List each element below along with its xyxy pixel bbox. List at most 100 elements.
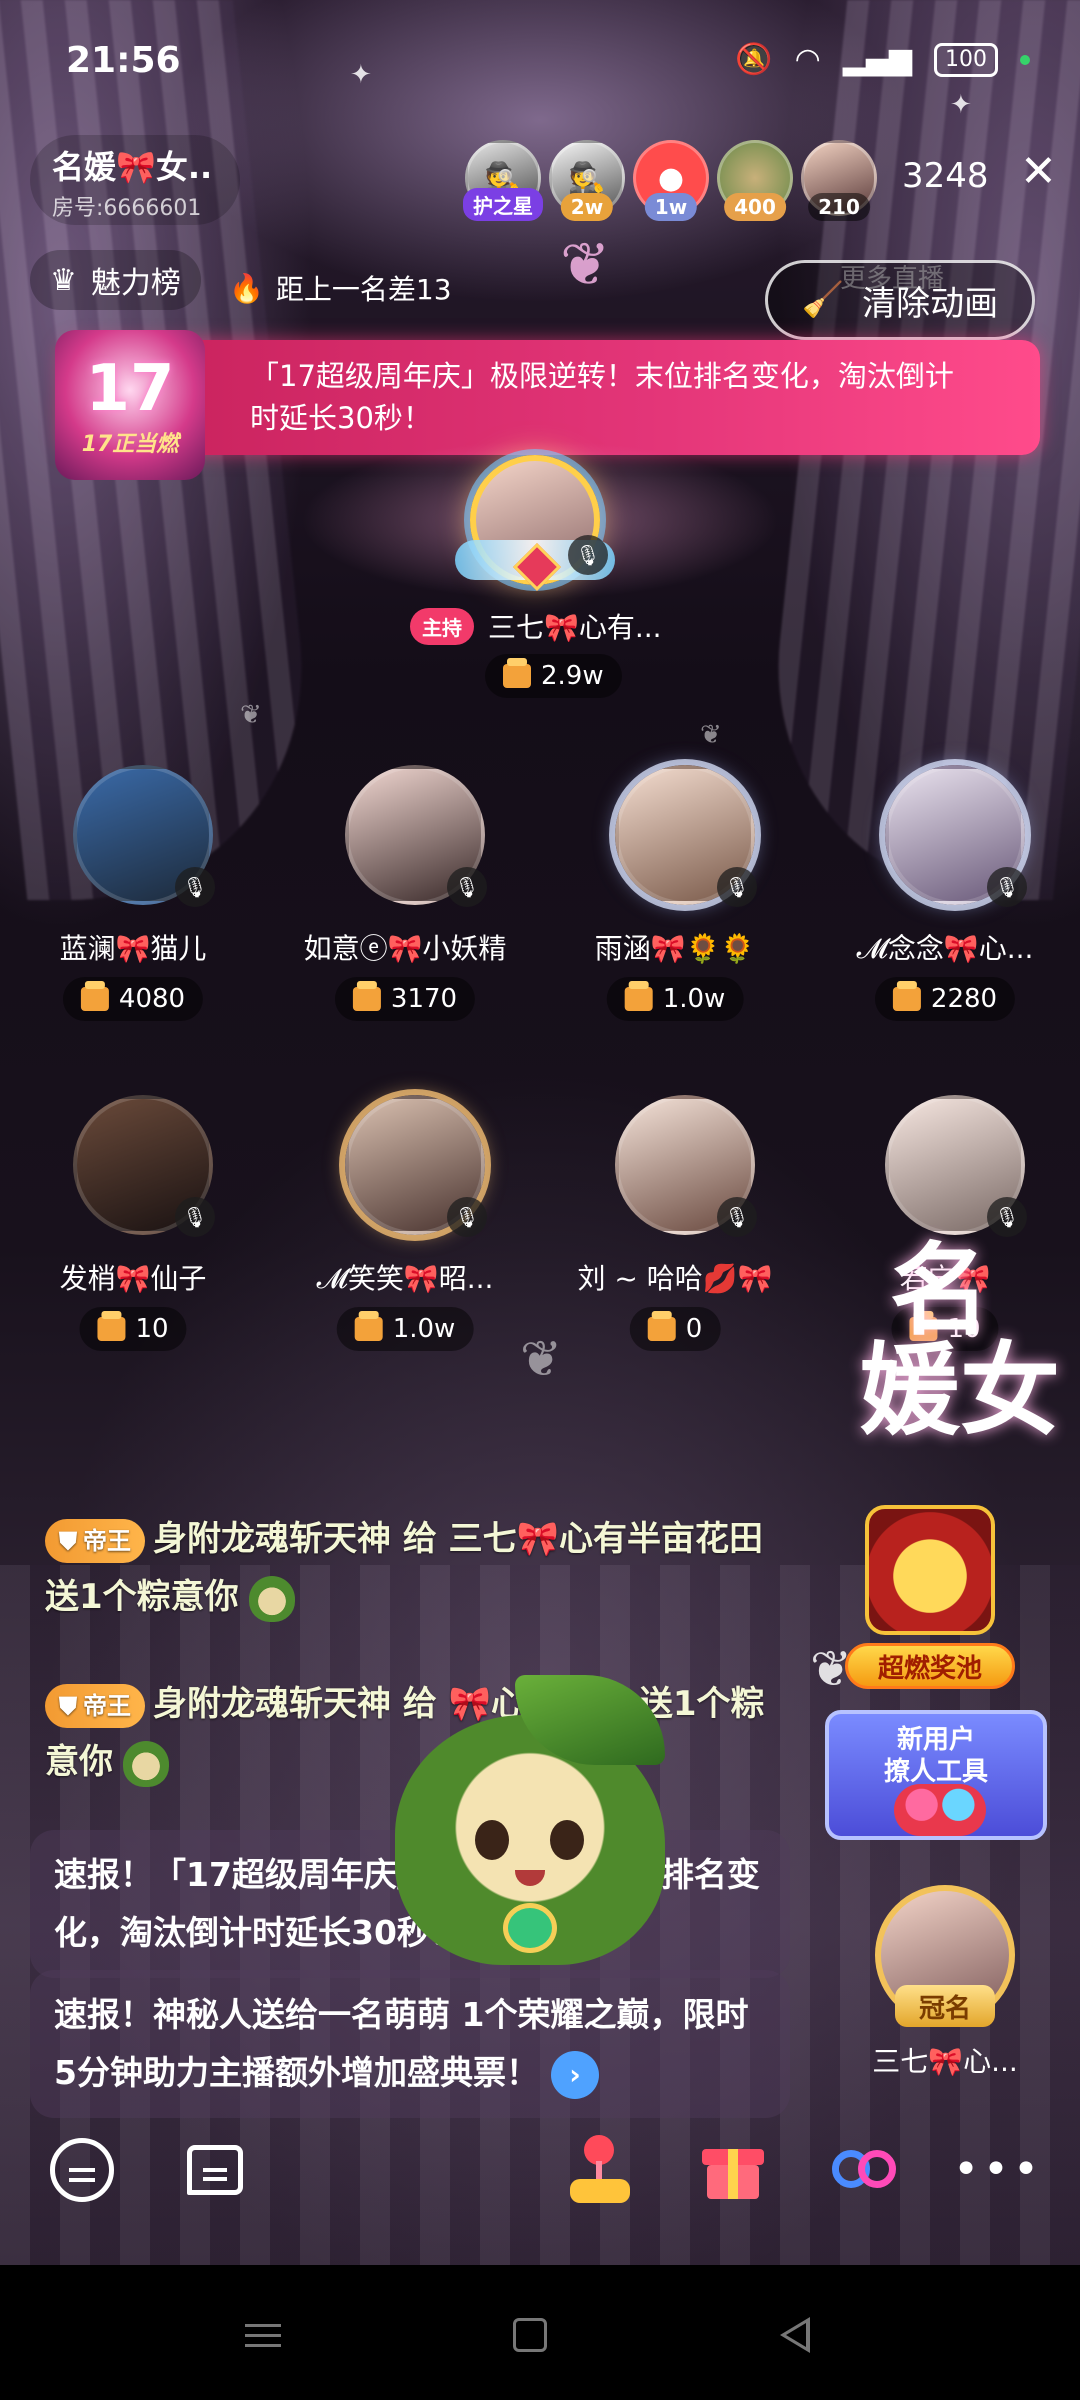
seat-score: 1.0w — [392, 1314, 456, 1344]
broom-icon: 🧹 — [801, 280, 845, 320]
seat-name: 𝓜笑笑🎀昭... — [316, 1262, 494, 1295]
host-name[interactable]: 三七🎀心有... — [488, 606, 662, 646]
seat-score-pill: 2280 — [874, 977, 1016, 1021]
joystick-icon[interactable] — [560, 2130, 640, 2210]
viewer-badge: 400 — [724, 193, 786, 221]
level-badge: ⛊ 帝王 — [45, 1683, 145, 1728]
back-icon[interactable] — [760, 2305, 830, 2365]
seat-2[interactable]: 🎙 如意ⓔ🎀小妖精 3170 — [290, 765, 520, 1055]
room-id: 房号:6666601 — [52, 196, 202, 221]
butterfly-icon: ❦ — [560, 230, 611, 300]
status-time: 21:56 — [66, 40, 181, 81]
viewer-avatar[interactable]: ● 1w — [633, 140, 709, 221]
mascot-eye — [475, 1820, 509, 1860]
gift-icon — [892, 981, 921, 1011]
viewer-avatar[interactable]: 🕵 2w — [549, 140, 625, 221]
viewer-avatar[interactable]: 400 — [717, 140, 793, 221]
banner-text: 「17超级周年庆」极限逆转！末位排名变化，淘汰倒计时延长30秒！ — [250, 359, 954, 435]
wifi-icon: ◠ — [794, 42, 821, 77]
link-icon[interactable] — [825, 2130, 905, 2210]
chat-message[interactable]: ⛊ 帝王 身附龙魂斩天神 给 三七🎀心有半亩花田 送1个粽意你 — [45, 1510, 785, 1626]
level-badge: ⛊ 帝王 — [45, 1518, 145, 1563]
signal-icon: ▂▄▆ — [842, 42, 912, 77]
top-viewers: 🕵 护之星 🕵 2w ● 1w 400 210 — [463, 140, 877, 221]
viewer-badge: 2w — [560, 193, 614, 221]
gift-icon — [80, 981, 109, 1011]
chevron-right-icon[interactable]: › — [550, 2050, 599, 2099]
butterfly-icon: ❦ — [520, 1330, 562, 1388]
crown-icon: ♛ — [50, 262, 77, 298]
seat-score-pill: 3170 — [334, 977, 476, 1021]
gift-icon — [624, 981, 653, 1011]
seat-score: 2280 — [930, 984, 998, 1014]
seat-6[interactable]: 🎙 𝓜笑笑🎀昭... 1.0w — [290, 1095, 520, 1385]
mic-icon: 🎙 — [568, 535, 608, 575]
system-nav-bar — [0, 2265, 1080, 2400]
seat-score-pill: 0 — [629, 1307, 721, 1351]
seat-1[interactable]: 🎙 蓝澜🎀猫儿 4080 — [18, 765, 248, 1055]
mic-muted-icon: 🎙 — [175, 867, 215, 907]
seat-score: 1.0w — [662, 984, 726, 1014]
battery-icon: 100 — [934, 42, 998, 77]
home-icon[interactable] — [495, 2305, 565, 2365]
seat-score-pill: 10 — [79, 1307, 187, 1351]
rank-gap-pill[interactable]: 🔥 距上一名差13 — [205, 258, 476, 318]
clear-animation-button[interactable]: 🧹 清除动画 — [765, 260, 1035, 340]
host-score: 2.9w — [541, 661, 604, 691]
gift-icon — [503, 658, 531, 688]
viewer-avatar[interactable]: 🕵 护之星 — [463, 140, 543, 221]
sponsor-name[interactable]: 三七🎀心... — [840, 2040, 1050, 2080]
seat-3[interactable]: 🎙 雨涵🎀🌻🌻 1.0w — [560, 765, 790, 1055]
menu-icon[interactable] — [228, 2305, 298, 2365]
butterfly-icon: ❦ — [700, 720, 722, 750]
zongzi-gift-icon — [248, 1575, 295, 1622]
flame-icon: 🔥 — [229, 271, 264, 305]
seat-7[interactable]: 🎙 刘 ~ 哈哈💋🎀 0 — [560, 1095, 790, 1385]
seat-score-pill: 1.0w — [606, 977, 744, 1021]
comment-icon[interactable] — [175, 2130, 255, 2210]
seat-name: 刘 ~ 哈哈💋🎀 — [577, 1262, 773, 1295]
seat-score: 4080 — [118, 984, 186, 1014]
event-banner[interactable]: 「17超级周年庆」极限逆转！末位排名变化，淘汰倒计时延长30秒！ — [60, 340, 1040, 455]
close-icon[interactable]: ✕ — [1020, 150, 1057, 194]
mascot-eye — [550, 1820, 584, 1860]
chat-icon[interactable] — [42, 2130, 122, 2210]
camera-indicator-icon — [1020, 54, 1030, 65]
gift-icon — [647, 1311, 676, 1341]
brand-line-2: 媛女 — [860, 1331, 1060, 1449]
level-badge-text: 帝王 — [83, 1691, 131, 1720]
gift-icon — [354, 1311, 383, 1341]
charm-ranking-button[interactable]: ♛ 魅力榜 — [30, 250, 201, 310]
seat-4[interactable]: 🎙 𝓜念念🎀心... 2280 — [830, 765, 1060, 1055]
new-user-tool-button[interactable]: 新用户 撩人工具 — [825, 1710, 1047, 1840]
treasure-chest-icon — [865, 1505, 995, 1635]
viewer-count[interactable]: 3248 — [902, 156, 989, 196]
mic-muted-icon: 🎙 — [717, 867, 757, 907]
zongzi-gift-icon — [123, 1740, 169, 1787]
masked-user-icon: ● — [657, 160, 685, 196]
seat-name: 发梢🎀仙子 — [59, 1262, 207, 1295]
seat-name: 蓝澜🎀猫儿 — [59, 932, 207, 965]
seat-5[interactable]: 🎙 发梢🎀仙子 10 — [18, 1095, 248, 1385]
sponsor-tag: 冠名 — [895, 1985, 995, 2027]
gift-icon[interactable] — [693, 2130, 773, 2210]
mic-muted-icon: 🎙 — [447, 1197, 487, 1237]
bottom-toolbar: ••• — [0, 2130, 1080, 2265]
more-icon[interactable]: ••• — [953, 2130, 1039, 2210]
host-tag: 主持 — [410, 608, 474, 645]
seat-name: 如意ⓔ🎀小妖精 — [303, 932, 507, 965]
seat-score: 3170 — [390, 984, 458, 1014]
host-score-pill: 2.9w — [485, 654, 622, 698]
butterfly-icon: ❦ — [240, 700, 262, 730]
viewer-badge: 210 — [808, 193, 870, 221]
charm-ranking-label: 魅力榜 — [90, 266, 181, 301]
clear-animation-label: 清除动画 — [862, 283, 999, 324]
viewer-avatar[interactable]: 210 — [801, 140, 877, 221]
shield-icon: ⛊ — [59, 1691, 77, 1720]
room-name[interactable]: 名媛🎀女.. — [52, 142, 212, 188]
seat-name: 雨涵🎀🌻🌻 — [594, 932, 756, 965]
prize-pool-button[interactable]: 超燃奖池 — [845, 1505, 1015, 1695]
level-badge-text: 帝王 — [83, 1526, 131, 1555]
news-flash[interactable]: 速报！神秘人送给一名萌萌 1个荣耀之巅，限时5分钟助力主播额外增加盛典票！ › — [30, 1970, 790, 2118]
mic-muted-icon: 🎙 — [447, 867, 487, 907]
